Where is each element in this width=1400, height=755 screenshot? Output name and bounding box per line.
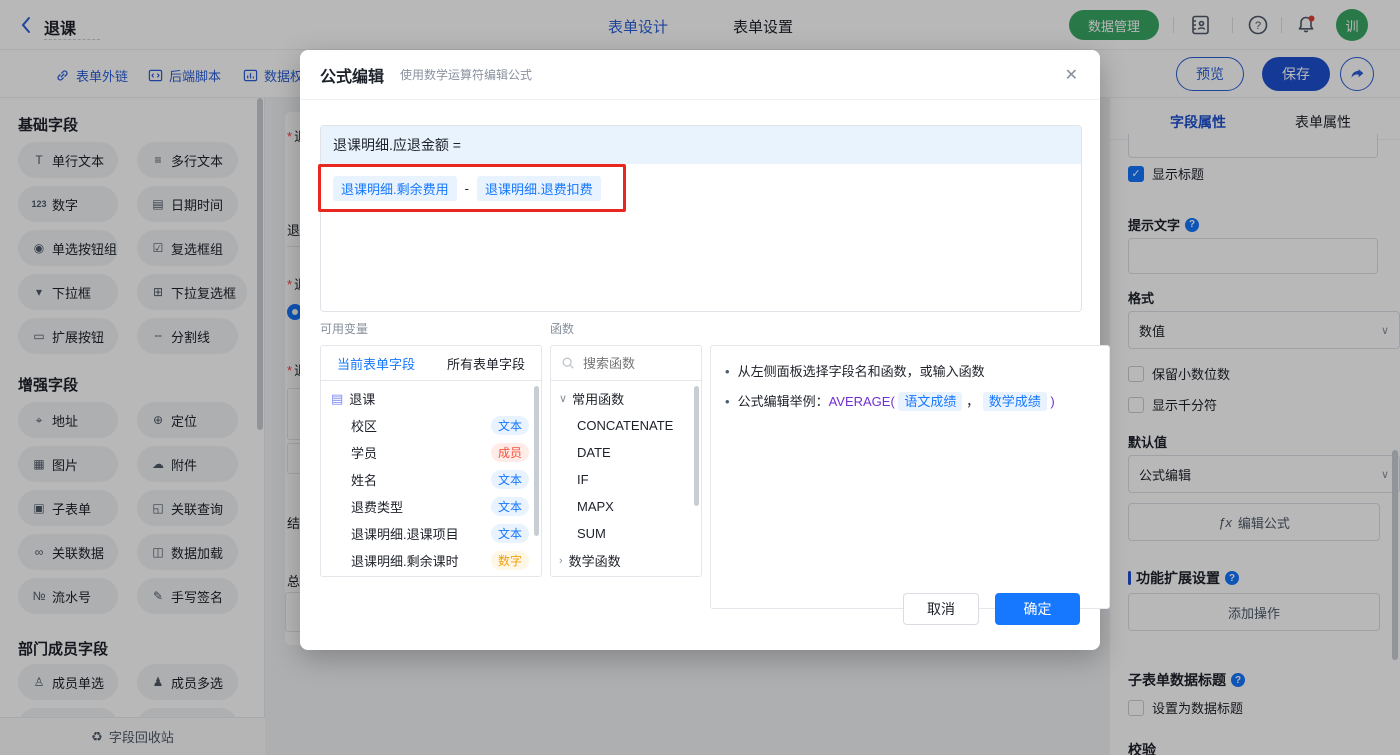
- function-group-text[interactable]: › 文本函数: [551, 574, 701, 576]
- annotation-highlight: [318, 164, 626, 212]
- modal-title: 公式编辑: [320, 68, 385, 86]
- cancel-button[interactable]: 取消: [903, 593, 979, 625]
- variable-row[interactable]: 学员 成员: [321, 439, 541, 466]
- hint-line-example: • 公式编辑举例：AVERAGE( 语文成绩 ， 数学成绩 ): [725, 392, 1095, 412]
- function-close-paren: ): [1050, 394, 1055, 409]
- type-badge: 成员: [490, 443, 529, 462]
- function-item[interactable]: MAPX: [551, 493, 701, 520]
- variables-panel: 当前表单字段 所有表单字段 ▤ 退课 校区文本 学员成员 姓名文本 退费类: [320, 345, 542, 577]
- example-chip: 数学成绩: [982, 392, 1047, 411]
- function-name: AVERAGE(: [828, 394, 895, 409]
- type-badge: 数字: [490, 551, 529, 570]
- type-badge: 文本: [490, 416, 529, 435]
- function-group-math[interactable]: › 数学函数: [551, 547, 701, 574]
- bullet: •: [725, 364, 730, 379]
- modal-footer: 取消 确定: [903, 593, 1080, 625]
- functions-label: 函数: [550, 322, 575, 336]
- search-icon: [561, 356, 575, 370]
- hint-line: • 从左侧面板选择字段名和函数，或输入函数: [725, 362, 1095, 382]
- chevron-right-icon: ›: [559, 554, 563, 567]
- confirm-button[interactable]: 确定: [995, 593, 1080, 625]
- function-item[interactable]: CONCATENATE: [551, 412, 701, 439]
- functions-panel: ∨ 常用函数 CONCATENATE DATE IF MAPX SUM › 数学…: [550, 345, 702, 577]
- variable-row[interactable]: 退课明细.剩余课时 数字: [321, 547, 541, 574]
- variables-scrollbar[interactable]: [534, 386, 539, 536]
- function-item[interactable]: SUM: [551, 520, 701, 547]
- function-item[interactable]: IF: [551, 466, 701, 493]
- formula-edit-modal: 公式编辑 使用数学运算符编辑公式 ✕ 退课明细.应退金额 = 退课明细.剩余费用…: [300, 50, 1110, 650]
- function-search[interactable]: [551, 346, 701, 381]
- modal-subtitle: 使用数学运算符编辑公式: [400, 68, 533, 82]
- modal-header: 公式编辑 使用数学运算符编辑公式: [300, 50, 1100, 100]
- variable-row[interactable]: 姓名 文本: [321, 466, 541, 493]
- formula-editor[interactable]: 退课明细.应退金额 = 退课明细.剩余费用 - 退课明细.退费扣费: [320, 125, 1082, 312]
- variables-label: 可用变量: [320, 322, 369, 336]
- function-group-common[interactable]: ∨ 常用函数: [551, 385, 701, 412]
- hint-panel: • 从左侧面板选择字段名和函数，或输入函数 • 公式编辑举例：AVERAGE( …: [710, 345, 1110, 609]
- variables-tabs: 当前表单字段 所有表单字段: [321, 346, 541, 381]
- variable-row[interactable]: 校区 文本: [321, 412, 541, 439]
- bullet: •: [725, 394, 730, 409]
- tab-all-form-fields[interactable]: 所有表单字段: [447, 354, 525, 373]
- app-screen: 退课 表单设计 表单设置 数据管理 ? 训 表单外链 后端脚本 数据权 预览 保…: [0, 0, 1400, 755]
- type-badge: 文本: [490, 497, 529, 516]
- example-chip: 语文成绩: [898, 392, 963, 411]
- function-search-input[interactable]: [581, 354, 685, 372]
- form-file-icon: ▤: [331, 390, 344, 406]
- formula-target: 退课明细.应退金额 =: [321, 126, 1081, 164]
- close-icon[interactable]: ✕: [1065, 65, 1078, 85]
- functions-scrollbar[interactable]: [694, 386, 699, 506]
- variable-row[interactable]: 退课明细.退课项目 文本: [321, 520, 541, 547]
- function-item[interactable]: DATE: [551, 439, 701, 466]
- type-badge: 文本: [490, 524, 529, 543]
- variable-row[interactable]: 退费类型 文本: [321, 493, 541, 520]
- variables-tree-root[interactable]: ▤ 退课: [321, 385, 541, 412]
- type-badge: 文本: [490, 470, 529, 489]
- chevron-down-icon: ∨: [559, 393, 568, 405]
- tab-current-form-fields[interactable]: 当前表单字段: [337, 354, 415, 373]
